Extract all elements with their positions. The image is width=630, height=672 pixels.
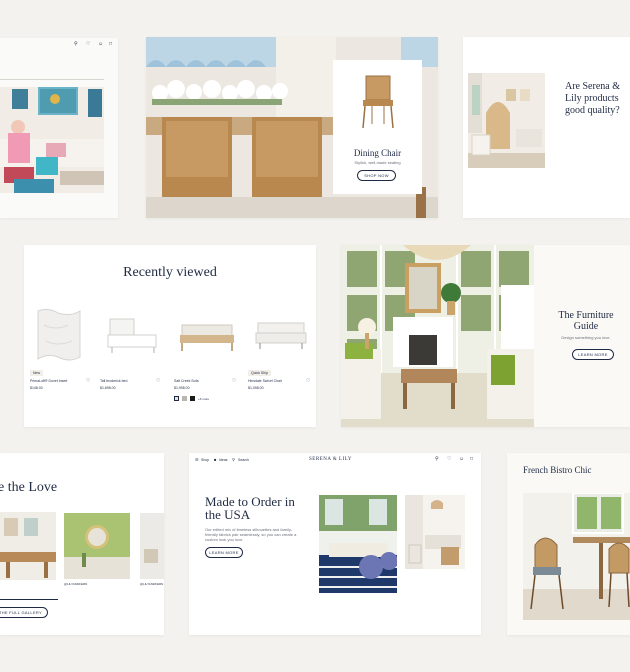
product-badge: New bbox=[30, 370, 44, 376]
header-divider bbox=[0, 79, 104, 80]
learn-more-button[interactable]: LEARN MORE bbox=[205, 547, 243, 558]
product-name: PrimaLoft® Duvet Insert bbox=[30, 379, 68, 383]
product-price: $1,698.00 bbox=[100, 386, 116, 390]
patio-photo bbox=[319, 495, 397, 593]
recently-viewed-title: Recently viewed bbox=[123, 265, 217, 280]
nav-shop[interactable]: Shop bbox=[201, 458, 209, 462]
product-tile[interactable]: Tall broderick bed ♡ $1,698.00 bbox=[100, 305, 164, 405]
card-living-room: ⚲ ♡ ☺ □ bbox=[0, 38, 118, 218]
ideas-icon: ■ bbox=[214, 457, 217, 462]
sofa-image bbox=[180, 324, 234, 351]
heart-icon[interactable]: ♡ bbox=[86, 41, 90, 47]
nursery-photo bbox=[468, 73, 545, 168]
shop-now-button[interactable]: SHOP NOW bbox=[357, 170, 396, 181]
nav-ideas[interactable]: Ideas bbox=[219, 458, 228, 462]
quality-heading: Are Serena & Lily products good quality? bbox=[565, 81, 620, 116]
duvet-image bbox=[37, 308, 81, 361]
product-name: Salt Creek Sofa bbox=[174, 379, 199, 383]
heart-icon[interactable]: ♡ bbox=[232, 378, 236, 384]
menu-icon[interactable]: ☰ bbox=[195, 457, 199, 462]
gallery-caption: @LILYANDFERN bbox=[64, 582, 88, 586]
bistro-photo bbox=[523, 493, 630, 620]
gallery-photo bbox=[0, 512, 56, 580]
product-name: Hinsdale Swivel Chair bbox=[248, 379, 283, 383]
bed-image bbox=[107, 318, 157, 353]
product-overlay-card[interactable]: Dining Chair Stylish, well-made seating … bbox=[333, 60, 422, 194]
product-title: Dining Chair bbox=[353, 148, 402, 158]
chair-image bbox=[255, 322, 307, 349]
color-swatch[interactable] bbox=[182, 396, 187, 401]
product-tile[interactable]: New PrimaLoft® Duvet Insert ♡ $148.00 bbox=[30, 305, 94, 405]
heart-icon[interactable]: ♡ bbox=[156, 378, 160, 384]
card-share-the-love: e the Love @LILYANDFERN @LILYANDFERN E T… bbox=[0, 453, 164, 635]
gallery-caption: @LILYANDFERN bbox=[140, 582, 164, 586]
product-tile[interactable]: Salt Creek Sofa ♡ $1,998.00 +6 more bbox=[174, 305, 242, 405]
user-icon[interactable]: ☺ bbox=[459, 456, 464, 462]
product-name: Tall broderick bed bbox=[100, 379, 128, 383]
living-room-photo bbox=[0, 87, 104, 193]
gallery-heading: e the Love bbox=[0, 480, 58, 495]
swatch-more-link[interactable]: +6 more bbox=[198, 397, 209, 401]
card-made-to-order: ☰ Shop ■ Ideas ⚲ Search SERENA & LILY ⚲ … bbox=[189, 453, 481, 635]
bistro-heading: French Bistro Chic bbox=[523, 465, 592, 475]
heart-icon[interactable]: ♡ bbox=[447, 456, 451, 462]
gallery-photo bbox=[140, 513, 164, 579]
learn-more-button[interactable]: LEARN MORE bbox=[572, 349, 614, 360]
color-swatch[interactable] bbox=[174, 396, 179, 401]
product-subtitle: Stylish, well-made seating bbox=[354, 160, 401, 165]
gallery-divider bbox=[0, 599, 58, 600]
pin-icon[interactable]: ⚲ bbox=[74, 41, 78, 47]
user-icon[interactable]: ☺ bbox=[98, 41, 103, 47]
chair-thumbnail bbox=[362, 75, 394, 129]
furniture-guide-heading: The Furniture Guide bbox=[558, 310, 614, 332]
card-furniture-guide: The Furniture Guide Design something you… bbox=[341, 245, 630, 427]
view-gallery-button[interactable]: E THE FULL GALLERY bbox=[0, 607, 48, 618]
product-badge: Quick Ship bbox=[248, 370, 271, 376]
product-price: $148.00 bbox=[30, 386, 43, 390]
kitchen-photo bbox=[405, 495, 465, 569]
nav-search[interactable]: Search bbox=[238, 458, 249, 462]
card-recently-viewed: Recently viewed New PrimaLoft® Duvet Ins… bbox=[24, 245, 316, 427]
search-icon[interactable]: ⚲ bbox=[232, 457, 235, 462]
heart-icon[interactable]: ♡ bbox=[86, 378, 90, 384]
brand-logo[interactable]: SERENA & LILY bbox=[309, 457, 352, 462]
made-to-order-heading: Made to Order in the USA bbox=[205, 494, 295, 522]
made-to-order-body: Our edited mix of timeless silhouettes a… bbox=[205, 527, 297, 542]
pin-icon[interactable]: ⚲ bbox=[435, 456, 439, 462]
product-price: $1,098.00 bbox=[248, 386, 264, 390]
living-room-photo bbox=[341, 245, 534, 427]
card-dining-chair: Dining Chair Stylish, well-made seating … bbox=[146, 37, 438, 218]
heart-icon[interactable]: ♡ bbox=[306, 378, 310, 384]
furniture-guide-subtitle: Design something you love. bbox=[561, 335, 611, 340]
card-quality: Are Serena & Lily products good quality? bbox=[463, 37, 630, 218]
card-french-bistro: French Bistro Chic bbox=[507, 453, 630, 635]
bag-icon[interactable]: □ bbox=[109, 41, 112, 47]
gallery-photo bbox=[64, 513, 130, 579]
product-price: $1,998.00 bbox=[174, 386, 190, 390]
bag-icon[interactable]: □ bbox=[470, 456, 473, 462]
color-swatch[interactable] bbox=[190, 396, 195, 401]
product-tile[interactable]: Quick Ship Hinsdale Swivel Chair ♡ $1,09… bbox=[248, 305, 314, 405]
